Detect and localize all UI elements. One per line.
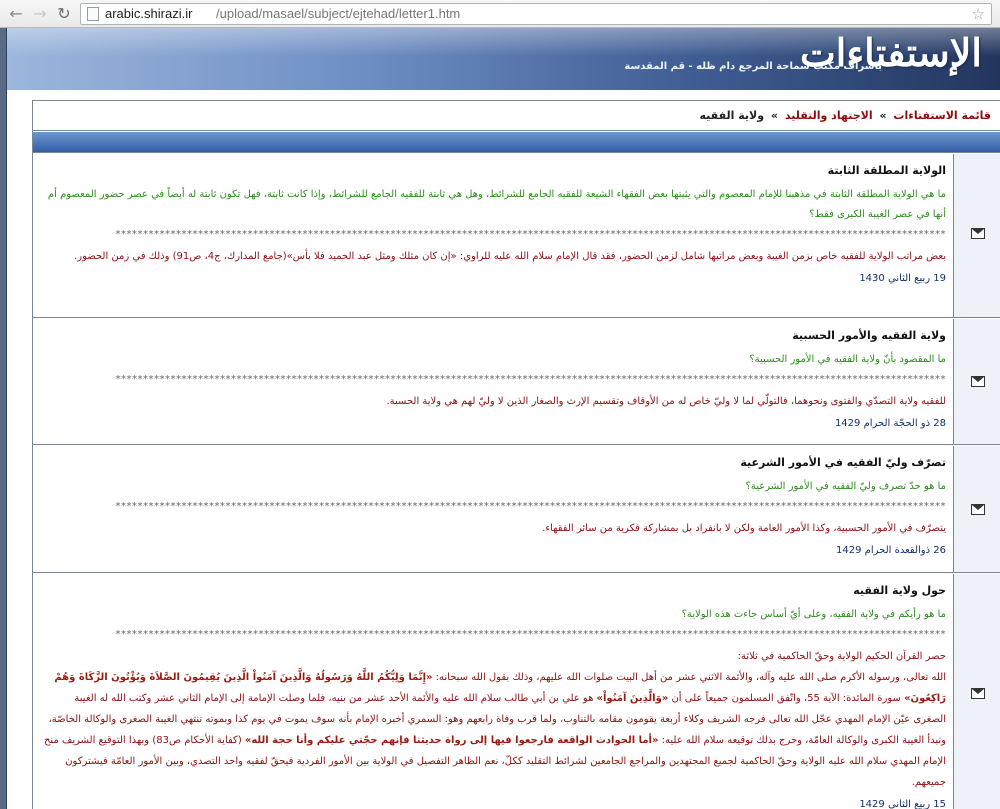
breadcrumb-separator: » [770,109,779,122]
separator-line: ****************************************… [115,629,946,640]
entry-title: الولاية المطلقة الثابتة [827,164,946,177]
entry-question: ما هو رأيكم في ولاية الفقيه، وعلى أيّ أس… [681,609,946,620]
entry-answer: الله تعالى، ورسوله الأكرم صلى الله عليه … [41,667,946,793]
separator-line: ****************************************… [115,501,946,512]
entry-answer: يتصرّف في الأمور الحسبية، وكذا الأمور ال… [542,523,946,534]
site-background: الإستفتاءات باشراف مكتب سماحة المرجع دام… [0,28,1000,809]
list-item-sidebar [953,446,1000,572]
entry-answer: للفقيه ولاية التصدّي والفتوى ونحوهما، فا… [386,396,946,407]
entry-body: ولاية الفقيه والأمور الحسبية ما المقصود … [41,319,947,429]
list-item: ولاية الفقيه والأمور الحسبية ما المقصود … [33,319,1000,445]
list-item: تصرّف وليّ الفقيه في الأمور الشرعية ما ه… [33,446,1000,573]
envelope-icon[interactable] [971,376,985,387]
entry-date: 26 ذوالقعدة الحرام 1429 [836,545,946,556]
page-icon [87,7,99,21]
url-host: arabic.shirazi.ir [105,6,193,21]
breadcrumb-item[interactable]: قائمة الاستفتاءات [893,109,991,122]
list-item: حول ولاية الفقيه ما هو رأيكم في ولاية ال… [33,574,1000,809]
star-icon[interactable]: ☆ [972,5,985,23]
hadith-quote: «أما الحوادث الواقعة فارجعوا فيها إلى رو… [244,735,659,746]
entry-question: ما هي الولاية المطلقة الثابتة في مذهبنا … [47,189,946,220]
entry-answer-intro: حصر القرآن الحكيم الولاية وحقّ الحاكمية … [737,651,946,662]
address-bar[interactable]: arabic.shirazi.ir /upload/masael/subject… [80,3,992,25]
header-bar [33,132,1000,153]
entry-date: 15 ربيع الثاني 1429 [859,799,946,809]
breadcrumb-current: ولاية الفقيه [699,109,765,122]
envelope-icon[interactable] [971,688,985,699]
list-item-sidebar [953,319,1000,444]
site-subtitle: باشراف مكتب سماحة المرجع دام ظله - قم ال… [624,61,882,72]
separator-line: ****************************************… [115,374,946,385]
quran-verse: «وَالَّذِينَ آمَنُواْ» [596,693,669,704]
reload-icon[interactable]: ↻ [54,4,74,24]
entry-date: 28 ذو الحجّة الحرام 1429 [834,418,946,429]
entry-title: حول ولاية الفقيه [853,584,946,597]
browser-toolbar: ← → ↻ arabic.shirazi.ir /upload/masael/s… [0,0,1000,28]
breadcrumb-separator: » [879,109,887,122]
breadcrumb-item[interactable]: الاجتهاد والتقليد [785,109,873,122]
back-arrow-icon[interactable]: ← [6,4,26,24]
entry-body: حول ولاية الفقيه ما هو رأيكم في ولاية ال… [41,574,946,809]
entry-body: الولاية المطلقة الثابتة ما هي الولاية ال… [41,154,946,284]
entry-title: تصرّف وليّ الفقيه في الأمور الشرعية [740,456,946,469]
entry-answer: بعض مراتب الولاية للفقيه خاص بزمن الغيبة… [74,251,946,262]
envelope-icon[interactable] [971,228,985,239]
entry-title: ولاية الفقيه والأمور الحسبية [792,329,946,342]
list-item-sidebar [953,154,1000,317]
list-item-sidebar [953,574,1000,809]
breadcrumb: قائمة الاستفتاءات » الاجتهاد والتقليد » … [33,101,1000,131]
answer-segment: سورة المائدة: الآية 55، واتّفق المسلمون … [668,693,905,704]
page-frame: الإستفتاءات باشراف مكتب سماحة المرجع دام… [6,28,1000,809]
answer-segment: الله تعالى، ورسوله الأكرم صلى الله عليه … [432,672,946,683]
entry-question: ما هو حدّ تصرف وليّ الفقيه في الأمور الش… [745,481,946,492]
url-path: /upload/masael/subject/ejtehad/letter1.h… [216,6,461,21]
forward-arrow-icon[interactable]: → [30,4,50,24]
site-banner: الإستفتاءات باشراف مكتب سماحة المرجع دام… [7,28,1000,90]
list-item: الولاية المطلقة الثابتة ما هي الولاية ال… [33,154,1000,318]
entry-question: ما المقصود بأنّ ولاية الفقيه في الأمور ا… [749,354,946,365]
entry-body: تصرّف وليّ الفقيه في الأمور الشرعية ما ه… [41,446,947,556]
content-table: قائمة الاستفتاءات » الاجتهاد والتقليد » … [32,100,1000,809]
entry-date: 19 ربيع الثاني 1430 [859,273,946,284]
envelope-icon[interactable] [971,504,985,515]
separator-line: ****************************************… [115,229,946,240]
